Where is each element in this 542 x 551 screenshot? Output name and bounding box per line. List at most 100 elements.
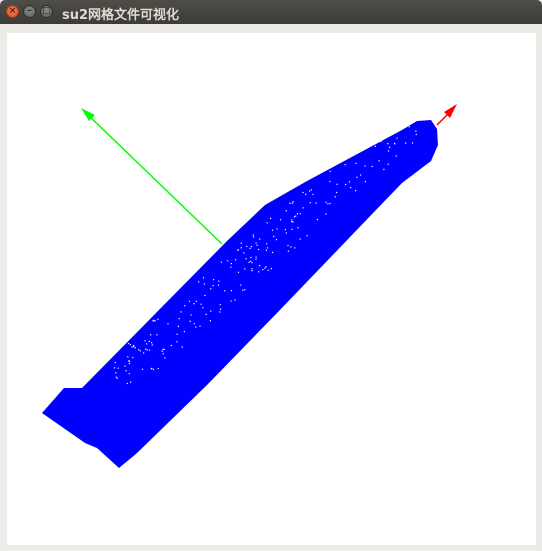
mesh-node [374,145,376,147]
mesh-node [178,318,180,320]
mesh-node [117,367,119,369]
mesh-node [398,120,400,122]
mesh-node [387,163,389,165]
mesh-render[interactable] [7,33,536,545]
mesh-node [266,247,269,249]
mesh-node [371,165,373,168]
mesh-node [289,202,291,204]
mesh-node [183,331,185,333]
mesh-node [149,349,151,351]
mesh-node [193,303,195,305]
mesh-node [410,121,412,123]
mesh-node [154,320,156,322]
mesh-node [164,357,166,359]
mesh-node [292,221,294,223]
mesh-node [143,352,145,354]
mesh-node [411,142,414,144]
mesh-node [364,181,366,183]
mesh-node [195,300,197,302]
mesh-viewport[interactable] [7,33,536,545]
mesh-node [181,346,183,348]
mesh-node [224,290,226,292]
mesh-node [265,266,267,268]
mesh-node [259,238,261,240]
mesh-node [291,219,293,221]
mesh-node [329,170,331,172]
mesh-node [133,344,135,347]
mesh-node [327,203,329,205]
mesh-node [284,229,286,231]
mesh-node [299,213,301,215]
maximize-window-button[interactable]: □ [40,5,53,18]
mesh-node [240,242,242,244]
mesh-node [250,245,252,248]
mesh-node [355,190,357,192]
mesh-node [180,311,182,313]
mesh-node [273,235,275,237]
mesh-node [133,346,135,348]
mesh-node [408,126,410,128]
mesh-node [335,163,337,165]
mesh-node [262,269,264,271]
mesh-node [302,191,304,194]
mesh-node [266,243,268,245]
maximize-icon: □ [42,6,51,16]
mesh-node [270,268,272,270]
mesh-node [141,368,144,370]
mesh-node [355,162,357,164]
mesh-node [125,370,127,372]
mesh-node [292,201,294,203]
mesh-node [350,187,352,189]
close-window-button[interactable]: × [6,5,19,18]
window-title: su2网格文件可视化 [62,8,180,23]
mesh-node [205,313,207,315]
mesh-node [157,318,159,320]
mesh-node [184,305,186,307]
mesh-node [309,190,311,192]
mesh-node [218,280,220,282]
title-bar[interactable]: × – □ su2网格文件可视化 [0,0,542,24]
mesh-node [153,319,155,321]
mesh-node [230,266,232,268]
mesh-node [309,202,311,204]
mesh-node [389,146,391,148]
mesh-node [396,137,398,139]
mesh-node [387,150,390,152]
mesh-node [344,164,346,166]
minimize-window-button[interactable]: – [23,5,36,18]
mesh-node [227,260,229,262]
mesh-node [230,290,233,292]
mesh-node [290,246,292,248]
mesh-node [220,261,223,263]
mesh-node [329,202,331,205]
mesh-node [272,251,274,253]
mesh-node [252,234,254,236]
mesh-node [230,300,232,302]
mesh-node [325,201,327,203]
mesh-node [219,311,221,313]
mesh-node [243,252,245,254]
mesh-node [255,258,257,260]
mesh-node [189,320,191,322]
mesh-node [237,249,239,251]
mesh-node [114,361,116,364]
mesh-node [138,349,140,351]
mesh-node [271,229,274,231]
mesh-node [359,174,362,176]
mesh-node [266,222,268,224]
mesh-node [306,235,308,237]
mesh-node [220,308,222,310]
mesh-node [302,207,304,209]
mesh-node [285,232,287,234]
mesh-node [279,219,282,221]
mesh-node [146,349,148,351]
mesh-node [130,381,132,383]
mesh-node [332,165,334,167]
mesh-node [251,262,253,264]
mesh-node [270,217,272,219]
mesh-node [176,333,178,335]
mesh-node [151,342,153,344]
mesh-node [150,368,152,370]
mesh-node [145,348,147,350]
mesh-node [297,227,299,229]
